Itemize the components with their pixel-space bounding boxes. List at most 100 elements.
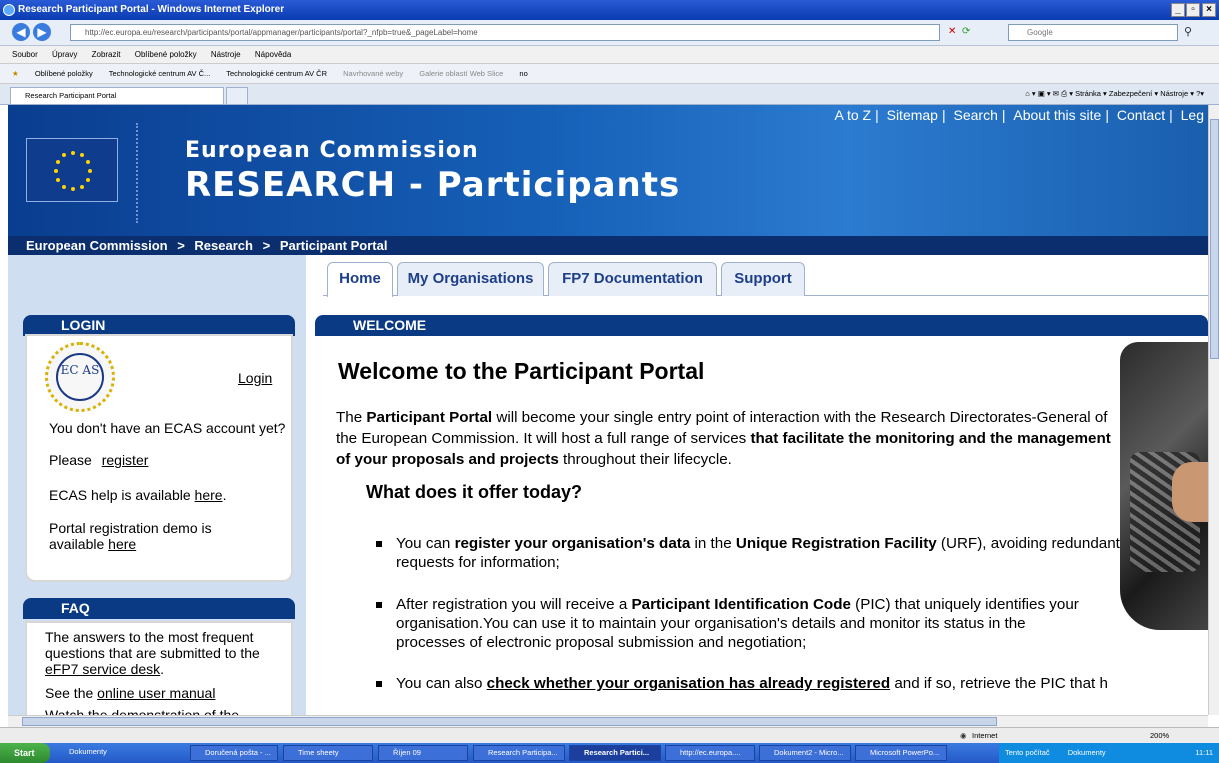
taskbar-item-active[interactable]: Research Partici... (569, 745, 661, 761)
favorites-star-icon: ★ (12, 69, 19, 78)
rss-icon[interactable]: ▣ ▾ (1038, 89, 1053, 98)
breadcrumb-research[interactable]: Research (194, 238, 253, 253)
window-title: Research Participant Portal - Windows In… (18, 4, 285, 15)
ecas-help-link[interactable]: here (195, 487, 223, 503)
stop-icon[interactable]: ✕ (948, 26, 956, 37)
favorite-suggested-sites[interactable]: Navrhované weby (343, 69, 403, 78)
mail-icon[interactable]: ✉ (1053, 89, 1061, 98)
clock: 11:11 (1195, 748, 1213, 757)
top-links: A to Z | Sitemap | Search | About this site… (831, 107, 1209, 123)
please-text: Please (49, 452, 92, 468)
address-toolbar: ◀ ▶ http://ec.europa.eu/research/partici… (0, 20, 1219, 46)
vertical-scrollbar[interactable] (1208, 105, 1219, 715)
menu-item-view[interactable]: Zobrazit (92, 50, 121, 59)
start-button[interactable]: Start (0, 743, 50, 763)
intro-paragraph: The Participant Portal will become your … (336, 409, 1111, 468)
taskbar-item[interactable]: Time sheety (283, 745, 373, 761)
site-banner: A to Z | Sitemap | Search | About this site… (8, 105, 1208, 236)
ecas-help-text: ECAS help is available (49, 487, 191, 503)
scroll-thumb[interactable] (22, 717, 997, 726)
breadcrumb-participant-portal[interactable]: Participant Portal (280, 238, 388, 253)
favorite-link-no[interactable]: no (519, 69, 527, 78)
page-menu[interactable]: Stránka (1075, 89, 1101, 98)
security-menu[interactable]: Zabezpečení (1109, 89, 1152, 98)
link-contact[interactable]: Contact (1113, 107, 1169, 123)
register-link[interactable]: register (102, 452, 149, 468)
taskbar-item[interactable]: Research Participa... (473, 745, 565, 761)
browser-tab[interactable]: Research Participant Portal (10, 87, 224, 105)
taskbar-item[interactable]: Microsoft PowerPo... (855, 745, 947, 761)
page-viewport: A to Z | Sitemap | Search | About this site… (8, 105, 1208, 715)
home-icon[interactable]: ⌂ ▾ (1025, 89, 1037, 98)
internet-zone-icon: ◉ (960, 731, 967, 740)
taskbar-item[interactable]: http://ec.europa.... (665, 745, 755, 761)
zoom-level[interactable]: 200% (1150, 728, 1169, 744)
tab-my-organisations[interactable]: My Organisations (397, 262, 544, 296)
eu-flag-icon (26, 138, 118, 202)
menu-item-tools[interactable]: Nástroje (211, 50, 241, 59)
command-bar: ⌂ ▾ ▣ ▾ ✉ ⎙ ▾ Stránka ▾ Zabezpečení ▾ Ná… (1025, 89, 1204, 98)
check-registration-link[interactable]: check whether your organisation has alre… (487, 675, 890, 692)
minimize-icon[interactable]: _ (1171, 3, 1185, 17)
user-manual-link[interactable]: online user manual (97, 685, 215, 701)
breadcrumb-separator: > (177, 238, 185, 253)
link-about[interactable]: About this site (1009, 107, 1105, 123)
menu-item-help[interactable]: Nápověda (255, 50, 291, 59)
tab-support[interactable]: Support (721, 262, 805, 296)
faq-heading: FAQ (23, 598, 295, 619)
back-icon[interactable]: ◀ (12, 23, 30, 41)
restore-icon[interactable]: ▫ (1186, 3, 1200, 17)
horizontal-scrollbar[interactable] (8, 715, 1208, 727)
link-legal[interactable]: Leg (1177, 107, 1208, 123)
link-search[interactable]: Search (950, 107, 1002, 123)
list-item: After registration you will receive a Pa… (376, 595, 1166, 655)
breadcrumb-european-commission[interactable]: European Commission (26, 238, 168, 253)
menu-item-file[interactable]: Soubor (12, 50, 38, 59)
close-icon[interactable]: × (1202, 3, 1216, 17)
tab-fp7-documentation[interactable]: FP7 Documentation (548, 262, 717, 296)
tray-documents[interactable]: Dokumenty (1068, 748, 1106, 757)
taskbar-toolbar-documents[interactable]: Dokumenty (55, 745, 115, 761)
menu-bar: Soubor Úpravy Zobrazit Oblíbené položky … (0, 46, 1219, 64)
favorite-web-slice-gallery[interactable]: Galerie oblastí Web Slice (419, 69, 503, 78)
browser-window: Research Participant Portal - Windows In… (0, 0, 1219, 763)
login-box: EC AS Login You don't have an ECAS accou… (25, 334, 293, 582)
tools-menu[interactable]: Nástroje (1160, 89, 1188, 98)
demo-link[interactable]: here (108, 536, 136, 552)
taskbar-item[interactable]: Dokument2 - Micro... (759, 745, 851, 761)
favorite-link-1[interactable]: Technologické centrum AV Č... (109, 69, 211, 78)
faq-cut-text: Watch the demonstration of the (45, 707, 240, 715)
breadcrumb-separator: > (262, 238, 271, 253)
ecas-logo: EC AS (45, 342, 115, 412)
help-icon[interactable]: ?▾ (1196, 89, 1204, 98)
address-bar[interactable]: http://ec.europa.eu/research/participant… (70, 24, 940, 41)
taskbar: Start Dokumenty Doručená pošta - ... Tim… (0, 743, 1219, 763)
favorites-bar: ★ Oblíbené položky Technologické centrum… (0, 64, 1219, 84)
ecas-logo-text: EC AS (56, 353, 104, 401)
link-sitemap[interactable]: Sitemap (883, 107, 942, 123)
tab-home[interactable]: Home (327, 262, 393, 297)
favorites-button[interactable]: Oblíbené položky (35, 69, 93, 78)
status-bar: ◉ Internet 200% (0, 727, 1219, 743)
menu-item-edit[interactable]: Úpravy (52, 50, 77, 59)
faq-text: The answers to the most frequent questio… (45, 629, 260, 661)
refresh-icon[interactable]: ⟳ (962, 26, 970, 37)
taskbar-item[interactable]: Doručená pošta - ... (190, 745, 278, 761)
new-tab-button[interactable] (226, 87, 248, 105)
link-a-to-z[interactable]: A to Z (831, 107, 876, 123)
favorite-link-2[interactable]: Technologické centrum AV ČR (226, 69, 327, 78)
search-icon[interactable]: ⚲ (1184, 25, 1192, 38)
taskbar-item[interactable]: Říjen 09 (378, 745, 468, 761)
scroll-thumb[interactable] (1210, 119, 1219, 359)
login-link[interactable]: Login (238, 370, 272, 386)
tray-my-computer[interactable]: Tento počítač (1005, 748, 1050, 757)
offer-heading: What does it offer today? (366, 482, 582, 502)
menu-item-favorites[interactable]: Oblíbené položky (135, 50, 197, 59)
bullet-icon (376, 681, 382, 687)
servicedesk-link[interactable]: eFP7 service desk (45, 661, 160, 677)
bullet-icon (376, 541, 382, 547)
forward-icon[interactable]: ▶ (33, 23, 51, 41)
tab-strip: Research Participant Portal ⌂ ▾ ▣ ▾ ✉ ⎙ … (0, 84, 1219, 105)
search-input[interactable]: Google (1008, 24, 1178, 41)
print-icon[interactable]: ⎙ ▾ (1061, 89, 1075, 98)
